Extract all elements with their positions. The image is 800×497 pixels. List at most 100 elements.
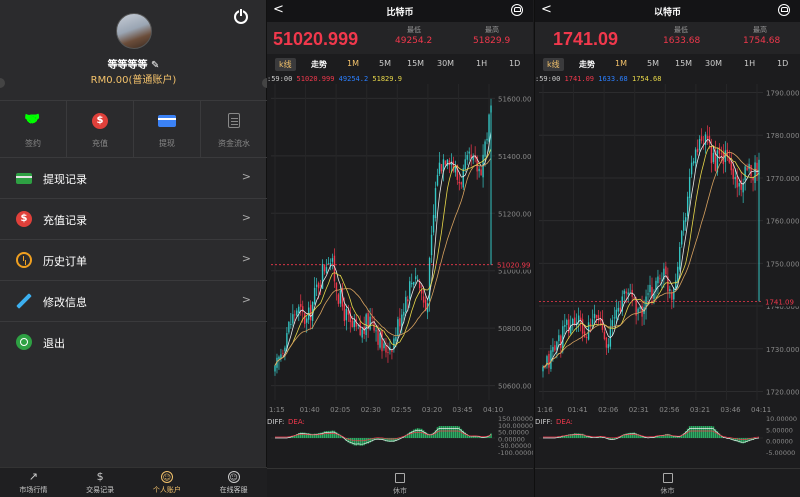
candle-body (675, 280, 677, 289)
macd-bar (440, 426, 443, 438)
username[interactable]: 等等等等 ✎ (0, 56, 267, 71)
candle-body (377, 329, 379, 345)
timeframe-k线[interactable]: k线 (543, 58, 564, 71)
tab-trades[interactable]: $ 交易记录 (67, 468, 134, 497)
candle-body (595, 314, 598, 318)
candle-body (383, 343, 385, 349)
dollar-icon: $ (92, 113, 108, 129)
menu-logout[interactable]: 退出 (0, 322, 267, 363)
tab-support[interactable]: ☺ 在线客服 (200, 468, 267, 497)
candle-body (625, 291, 627, 294)
candlestick-chart[interactable]: 51600.0051400.0051200.0051000.0050800.00… (267, 84, 533, 468)
candle-body (405, 296, 407, 312)
timeframe-30M[interactable]: 30M (433, 58, 458, 69)
macd-bar (490, 433, 492, 438)
candle-body (748, 163, 750, 170)
candle-body (734, 177, 736, 180)
candle-body (327, 263, 330, 265)
candle-body (688, 177, 691, 199)
tab-label: 交易记录 (86, 486, 115, 494)
candle-body (422, 296, 425, 303)
timeframe-走势[interactable]: 走势 (575, 58, 599, 71)
candle-body (432, 214, 435, 233)
candle-body (306, 318, 308, 323)
macd-bar (456, 426, 459, 438)
high-label: 最高 (753, 26, 767, 34)
menu-withdraw-records[interactable]: 提现记录 > (0, 158, 267, 199)
candle-body (679, 247, 681, 270)
action-deposit[interactable]: $ 充值 (67, 101, 134, 157)
price-summary: 51020.999 最低 49254.2 最高 51829.9 (267, 22, 533, 54)
candlestick-chart[interactable]: 1790.000 1780.000 1770.000 1760.000 1750.000… (535, 84, 800, 468)
candle-body (290, 324, 292, 325)
timeframe-1H[interactable]: 1H (740, 58, 759, 69)
timeframe-1D[interactable]: 1D (505, 58, 524, 69)
candle-body (351, 320, 353, 328)
menu-edit-info[interactable]: 修改信息 > (0, 281, 267, 322)
y-tick-label: 1780.000 (766, 132, 799, 140)
candle-body (454, 166, 457, 173)
macd-bar (444, 426, 447, 438)
candle-body (488, 114, 490, 142)
candle-body (484, 141, 486, 157)
card-icon (158, 115, 176, 127)
candle-body (304, 313, 306, 324)
candle-body (468, 151, 470, 154)
timeframe-5M[interactable]: 5M (643, 58, 663, 69)
account-panel: 等等等等 ✎ RM0.00(普通账户) 签约 $ 充值 提现 资金流水 提现记录… (0, 0, 272, 497)
menu-label: 历史订单 (43, 255, 87, 268)
candle-body (274, 365, 276, 372)
market-status: 休市 (393, 487, 407, 495)
customer-service-icon[interactable] (511, 4, 523, 16)
y-tick-label: 51600.00 (498, 95, 531, 103)
action-withdraw[interactable]: 提现 (134, 101, 201, 157)
timeframe-5M[interactable]: 5M (375, 58, 395, 69)
x-tick-label: 04:11 (751, 406, 771, 414)
pen-icon (16, 293, 32, 309)
menu-deposit-records[interactable]: $ 充值记录 > (0, 199, 267, 240)
timeframe-k线[interactable]: k线 (275, 58, 296, 71)
timeframe-1M[interactable]: 1M (343, 58, 363, 69)
macd-bar (452, 426, 455, 438)
macd-bar (702, 426, 705, 438)
tab-market[interactable]: ↗ 市场行情 (0, 468, 67, 497)
candle-body (603, 331, 606, 340)
candle-body (665, 266, 667, 275)
candle-body (478, 168, 480, 172)
candle-body (371, 317, 373, 319)
y-tick-label: 50800.00 (498, 325, 531, 333)
y-tick-label: 50600.00 (498, 383, 531, 391)
timeframe-1M[interactable]: 1M (611, 58, 631, 69)
last-price-label: 51020.99 (497, 262, 530, 270)
timeframe-15M[interactable]: 15M (403, 58, 428, 69)
candle-body (657, 276, 659, 284)
timeframe-1H[interactable]: 1H (472, 58, 491, 69)
menu-order-history[interactable]: 历史订单 > (0, 240, 267, 281)
timeframe-30M[interactable]: 30M (701, 58, 726, 69)
candle-body (359, 322, 361, 336)
current-price: 1741.09 (553, 29, 619, 49)
y-tick-label: 1720.000 (766, 388, 799, 396)
candle-body (466, 155, 468, 160)
chart-panel-bitcoin: < 比特币 51020.999 最低 49254.2 最高 51829.9 k线… (267, 0, 533, 497)
candle-body (375, 330, 377, 332)
candle-body (613, 317, 616, 319)
timeframe-1D[interactable]: 1D (773, 58, 792, 69)
candle-body (552, 346, 554, 352)
candle-body (564, 325, 566, 327)
candle-body (732, 168, 734, 180)
power-icon[interactable] (234, 8, 248, 24)
candle-body (558, 335, 560, 342)
legend-c: 1754.68 (631, 75, 662, 83)
customer-service-icon[interactable] (778, 4, 790, 16)
candle-body (619, 307, 621, 312)
candle-body (589, 324, 592, 326)
x-tick-label: 02:55 (391, 406, 411, 414)
action-ledger[interactable]: 资金流水 (201, 101, 267, 157)
candle-body (319, 285, 322, 287)
timeframe-15M[interactable]: 15M (671, 58, 696, 69)
avatar[interactable] (116, 13, 152, 49)
action-sign[interactable]: 签约 (0, 101, 67, 157)
timeframe-走势[interactable]: 走势 (307, 58, 331, 71)
tab-account[interactable]: ☺ 个人账户 (134, 468, 201, 497)
